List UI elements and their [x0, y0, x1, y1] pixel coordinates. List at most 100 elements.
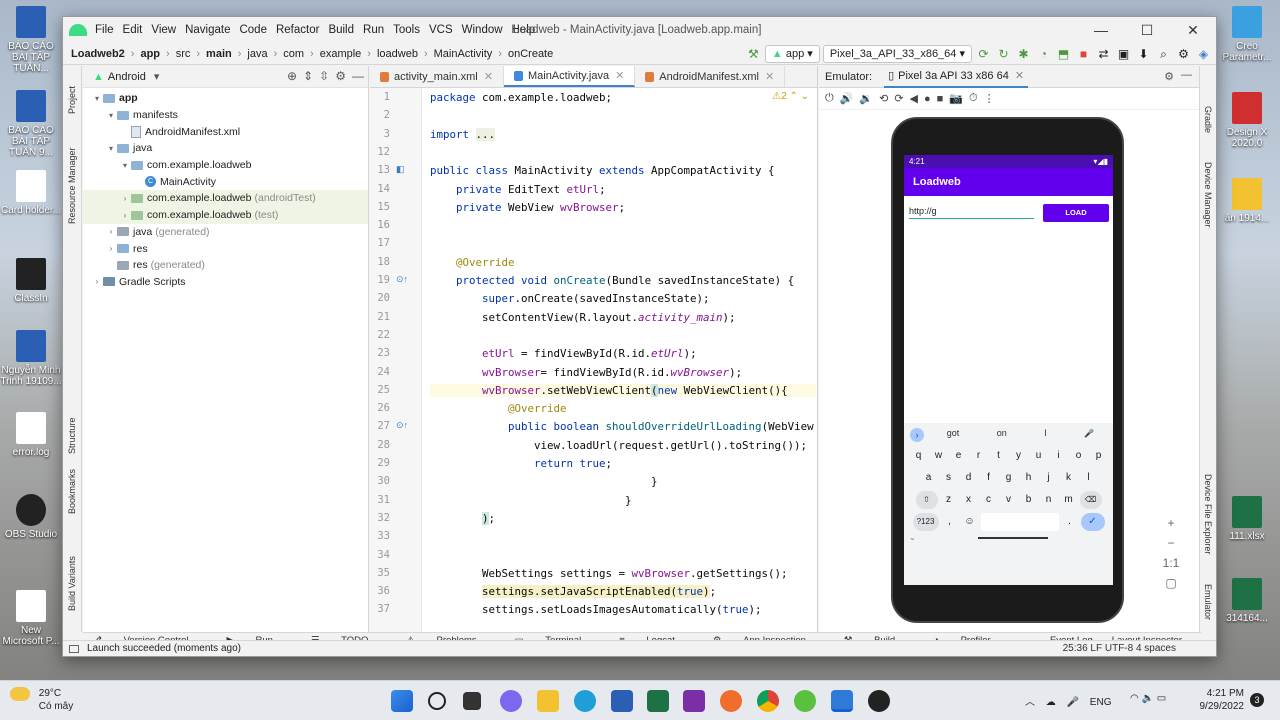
- search-icon[interactable]: ⌕: [1155, 46, 1172, 63]
- menu-edit[interactable]: Edit: [123, 24, 143, 36]
- collapse-all-icon[interactable]: ⇳: [319, 69, 329, 83]
- tool-device-manager[interactable]: Device Manager: [1203, 162, 1213, 228]
- gear-icon[interactable]: ⚙: [335, 69, 346, 83]
- firefox-icon[interactable]: [720, 690, 742, 712]
- project-view-select[interactable]: Android: [108, 71, 146, 83]
- tool-gradle[interactable]: Gradle: [1203, 106, 1213, 133]
- phone-screen[interactable]: 4:21 ▾◢▮ Loadweb http://g LOAD › got on I 🎤 q…: [904, 155, 1113, 585]
- tool-build-variants[interactable]: Build Variants: [67, 556, 77, 611]
- expand-arrow-icon[interactable]: ›: [105, 244, 117, 253]
- key[interactable]: x: [960, 491, 978, 509]
- notification-badge[interactable]: 3: [1250, 693, 1264, 707]
- class-marker-icon[interactable]: ◧: [396, 164, 405, 175]
- load-button[interactable]: LOAD: [1043, 204, 1109, 222]
- desktop-icon[interactable]: Nguyễn Minh Trinh 19109...: [0, 330, 62, 387]
- excel-icon[interactable]: [647, 690, 669, 712]
- desktop-icon[interactable]: 314164...: [1214, 578, 1280, 624]
- hide-icon[interactable]: —: [352, 69, 364, 83]
- tool-project[interactable]: Project: [67, 86, 77, 114]
- key[interactable]: ⇧: [915, 491, 938, 509]
- tree-node[interactable]: › Gradle Scripts: [83, 274, 368, 291]
- zoom-1to1-icon[interactable]: 1:1: [1163, 556, 1180, 570]
- key[interactable]: l: [1080, 469, 1098, 487]
- key[interactable]: a: [920, 469, 938, 487]
- suggestion-expand-icon[interactable]: ›: [910, 428, 924, 442]
- editor-tab[interactable]: MainActivity.java ✕: [503, 66, 636, 87]
- tree-node[interactable]: › com.example.loadweb (test): [83, 206, 368, 224]
- zoom-in-icon[interactable]: +: [1167, 516, 1174, 530]
- suggestion-item[interactable]: got: [947, 428, 960, 438]
- sdk-manager-icon[interactable]: ⬇: [1135, 46, 1152, 63]
- breadcrumb-item[interactable]: MainActivity: [434, 48, 493, 60]
- key[interactable]: z: [940, 491, 958, 509]
- key[interactable]: ☺: [961, 513, 979, 531]
- minimize-button[interactable]: —: [1078, 17, 1124, 43]
- stop-icon[interactable]: ■: [1075, 46, 1092, 63]
- camera-icon[interactable]: 📷: [949, 92, 963, 105]
- key[interactable]: y: [1010, 447, 1028, 465]
- key[interactable]: i: [1050, 447, 1068, 465]
- snapshot-icon[interactable]: ⏱: [969, 92, 978, 105]
- hammer-icon[interactable]: ⚒: [745, 46, 762, 63]
- expand-arrow-icon[interactable]: ›: [119, 194, 131, 203]
- key[interactable]: c: [980, 491, 998, 509]
- desktop-icon[interactable]: ClassIn: [0, 258, 62, 304]
- file-explorer-icon[interactable]: [537, 690, 559, 712]
- key[interactable]: [980, 513, 1059, 531]
- gear-icon[interactable]: ⚙: [1164, 70, 1174, 83]
- key[interactable]: b: [1020, 491, 1038, 509]
- gear-icon[interactable]: ⚙: [1175, 46, 1192, 63]
- close-tab-icon[interactable]: ✕: [765, 70, 774, 83]
- menu-code[interactable]: Code: [239, 24, 267, 36]
- edge-icon[interactable]: [574, 690, 596, 712]
- tool-bookmarks[interactable]: Bookmarks: [67, 469, 77, 514]
- tree-node[interactable]: ▾ com.example.loadweb: [83, 157, 368, 174]
- rotate-right-icon[interactable]: ⟳: [894, 92, 903, 105]
- key[interactable]: o: [1070, 447, 1088, 465]
- device-select[interactable]: Pixel_3a_API_33_x86_64 ▾: [822, 45, 972, 63]
- breadcrumb-item[interactable]: Loadweb2: [71, 48, 125, 60]
- tree-node[interactable]: C MainActivity: [83, 173, 368, 190]
- key[interactable]: w: [930, 447, 948, 465]
- breadcrumb-item[interactable]: onCreate: [508, 48, 553, 60]
- editor-tab[interactable]: AndroidManifest.xml ✕: [635, 66, 786, 87]
- desktop-icon[interactable]: Design X 2020.0: [1214, 92, 1280, 149]
- key[interactable]: j: [1040, 469, 1058, 487]
- profile-icon[interactable]: ◔: [1035, 46, 1052, 63]
- menu-navigate[interactable]: Navigate: [185, 24, 230, 36]
- menu-build[interactable]: Build: [328, 24, 354, 36]
- desktop-icon[interactable]: ân 1914...: [1214, 178, 1280, 224]
- key[interactable]: n: [1040, 491, 1058, 509]
- tool-device-file-explorer[interactable]: Device File Explorer: [1203, 474, 1213, 555]
- tool-structure[interactable]: Structure: [67, 417, 77, 454]
- key[interactable]: p: [1090, 447, 1108, 465]
- volume-up-icon[interactable]: 🔊: [840, 92, 854, 105]
- desktop-icon[interactable]: New Microsoft P...: [0, 590, 62, 647]
- network-volume[interactable]: ◠ 🔈 ▭: [1130, 693, 1166, 704]
- chat-icon[interactable]: [500, 690, 522, 712]
- enter-key[interactable]: ✓: [1080, 513, 1105, 531]
- key[interactable]: ?123: [912, 513, 939, 531]
- expand-arrow-icon[interactable]: ▾: [119, 161, 131, 170]
- tree-node[interactable]: res (generated): [83, 257, 368, 274]
- desktop-icon[interactable]: BÁO CÁO BÀI TẬP TUẦN...: [0, 6, 62, 74]
- fit-screen-icon[interactable]: ▢: [1165, 576, 1176, 590]
- suggestion-item[interactable]: on: [997, 428, 1007, 438]
- breadcrumb-item[interactable]: src: [176, 48, 191, 60]
- close-tab-icon[interactable]: ✕: [484, 70, 493, 83]
- editor-tab[interactable]: activity_main.xml ✕: [370, 66, 504, 87]
- language-indicator[interactable]: ENG: [1090, 697, 1112, 708]
- key[interactable]: ,: [941, 513, 959, 531]
- tree-node[interactable]: › res: [83, 240, 368, 257]
- desktop-icon[interactable]: OBS Studio: [0, 494, 62, 540]
- weather-widget[interactable]: 29°C Có mây: [10, 687, 73, 713]
- overview-icon[interactable]: ■: [937, 93, 944, 105]
- zoom-out-icon[interactable]: −: [1167, 536, 1174, 550]
- expand-arrow-icon[interactable]: ▾: [91, 94, 103, 103]
- search-icon[interactable]: [428, 692, 446, 710]
- run-config-select[interactable]: ▲ app ▾: [764, 45, 820, 63]
- expand-arrow-icon[interactable]: ›: [119, 211, 131, 220]
- menu-refactor[interactable]: Refactor: [276, 24, 319, 36]
- mic-icon[interactable]: 🎤: [1067, 697, 1079, 708]
- clock[interactable]: 4:21 PM 9/29/2022: [1192, 687, 1245, 713]
